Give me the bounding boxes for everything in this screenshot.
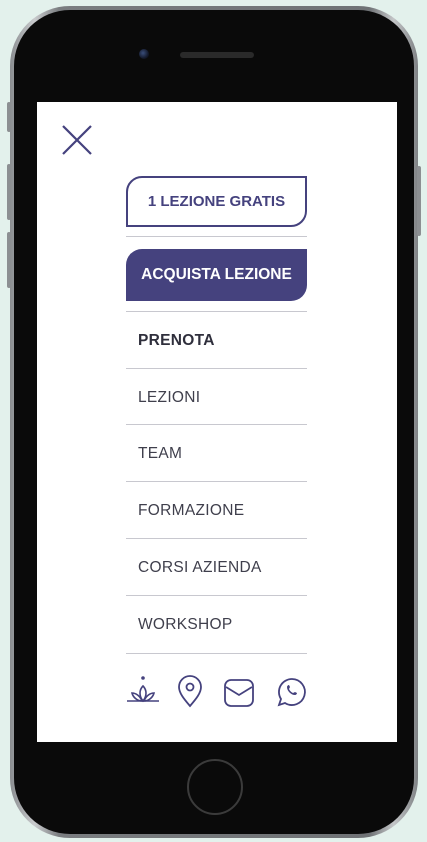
- front-camera: [139, 49, 149, 59]
- menu-item-prenota[interactable]: PRENOTA: [126, 313, 307, 369]
- menu-item-team[interactable]: TEAM: [126, 426, 307, 482]
- menu-item-corsi-azienda[interactable]: CORSI AZIENDA: [126, 540, 307, 596]
- whatsapp-icon[interactable]: [276, 674, 308, 710]
- free-lesson-label: 1 LEZIONE GRATIS: [147, 193, 286, 210]
- menu-item-label: TEAM: [138, 445, 183, 462]
- buy-lesson-button[interactable]: ACQUISTA LEZIONE: [126, 249, 307, 301]
- menu-item-lezioni[interactable]: LEZIONI: [126, 370, 307, 426]
- home-button[interactable]: [187, 759, 243, 815]
- menu-item-label: FORMAZIONE: [138, 502, 245, 519]
- close-icon[interactable]: [61, 124, 93, 156]
- lotus-icon[interactable]: [126, 674, 162, 710]
- divider: [126, 595, 307, 596]
- menu-item-formazione[interactable]: FORMAZIONE: [126, 483, 307, 539]
- divider: [126, 311, 307, 312]
- menu-item-label: WORKSHOP: [138, 616, 233, 633]
- location-pin-icon[interactable]: [176, 674, 204, 710]
- menu-item-workshop[interactable]: WORKSHOP: [126, 597, 307, 653]
- divider: [126, 424, 307, 425]
- divider: [126, 538, 307, 539]
- volume-down-button: [7, 232, 11, 288]
- free-lesson-button[interactable]: 1 LEZIONE GRATIS: [126, 176, 307, 227]
- mute-switch: [7, 102, 11, 132]
- power-button: [417, 166, 421, 236]
- divider: [126, 481, 307, 482]
- contact-icons: [126, 674, 307, 710]
- buy-lesson-label: ACQUISTA LEZIONE: [141, 266, 292, 283]
- volume-up-button: [7, 164, 11, 220]
- menu-item-label: CORSI AZIENDA: [138, 559, 262, 576]
- earpiece-speaker: [180, 52, 254, 58]
- divider: [126, 368, 307, 369]
- menu-item-label: LEZIONI: [138, 389, 201, 406]
- mail-icon[interactable]: [223, 674, 255, 710]
- divider: [126, 236, 307, 237]
- mobile-menu-screen: 1 LEZIONE GRATIS ACQUISTA LEZIONE PRENOT…: [37, 102, 397, 742]
- divider: [126, 653, 307, 654]
- menu-item-label: PRENOTA: [138, 332, 215, 349]
